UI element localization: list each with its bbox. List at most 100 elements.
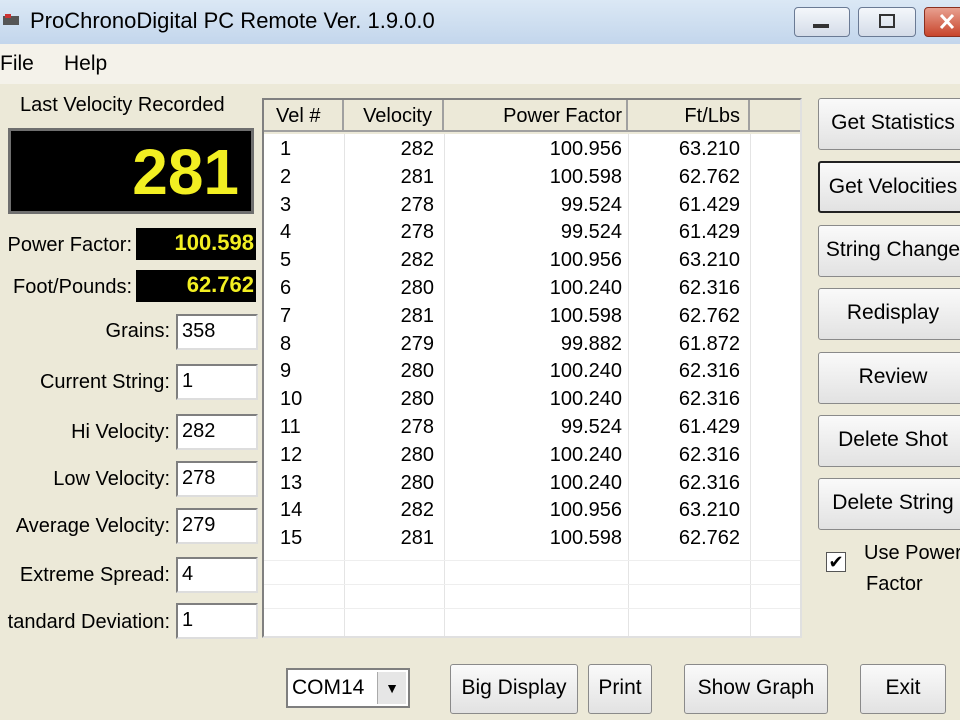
table-row[interactable]: 3 278 99.524 61.429 [264, 193, 800, 222]
table-row[interactable]: 9 280 100.240 62.316 [264, 360, 800, 388]
table-cell: 280 [400, 388, 434, 411]
table-row[interactable]: 14 282 100.956 63.210 [264, 499, 800, 527]
redisplay-button[interactable]: Redisplay [818, 288, 960, 340]
table-row[interactable]: 6 280 100.240 62.316 [264, 277, 800, 305]
table-cell: 10 [280, 388, 303, 411]
table-cell: 278 [400, 221, 434, 244]
table-cell: 11 [280, 416, 301, 438]
table-cell: 100.956 [549, 138, 622, 160]
get-statistics-button[interactable]: Get Statistics [818, 98, 960, 150]
string-change-button[interactable]: String Change [818, 225, 960, 277]
table-cell: 62.762 [678, 165, 740, 188]
table-row[interactable]: 2 281 100.598 62.762 [264, 165, 800, 194]
grid-line [264, 560, 800, 561]
grains-field[interactable]: 358 [176, 314, 258, 350]
window-title: ProChronoDigital PC Remote Ver. 1.9.0.0 [30, 8, 435, 33]
table-row[interactable]: 13 280 100.240 62.316 [264, 471, 800, 500]
column-header-vel[interactable]: Vel # [264, 100, 344, 132]
low-velocity-field[interactable]: 278 [176, 461, 258, 497]
table-row[interactable]: 5 282 100.956 63.210 [264, 249, 800, 277]
minimize-button[interactable] [794, 7, 850, 37]
check-icon: ✔ [828, 552, 844, 572]
table-cell: 280 [400, 443, 434, 466]
table-cell: 100.240 [549, 388, 622, 411]
table-cell: 280 [400, 277, 434, 299]
title-bar: ProChronoDigital PC Remote Ver. 1.9.0.0 [0, 0, 960, 44]
table-cell: 15 [280, 527, 303, 550]
grid-line [264, 584, 800, 585]
table-cell: 100.240 [549, 471, 622, 494]
chevron-down-icon[interactable]: ▼ [377, 672, 406, 704]
minimize-icon [813, 24, 829, 28]
print-button[interactable]: Print [588, 664, 652, 714]
get-velocities-button[interactable]: Get Velocities [818, 161, 960, 213]
table-cell: 278 [400, 416, 434, 438]
com-port-select[interactable]: COM14 ▼ [286, 668, 410, 708]
table-row[interactable]: 1 282 100.956 63.210 [264, 138, 800, 166]
table-cell: 99.524 [560, 193, 622, 216]
maximize-button[interactable] [858, 7, 916, 37]
table-cell: 14 [280, 499, 303, 522]
table-row[interactable]: 12 280 100.240 62.316 [264, 443, 800, 472]
big-display-button[interactable]: Big Display [450, 664, 578, 714]
table-cell: 282 [400, 499, 434, 522]
table-row[interactable]: 10 280 100.240 62.316 [264, 388, 800, 416]
column-header-filler [750, 100, 800, 132]
average-velocity-label: Average Velocity: [15, 515, 170, 537]
table-row[interactable]: 11 278 99.524 61.429 [264, 416, 800, 444]
column-header-velocity[interactable]: Velocity [344, 100, 444, 132]
table-row[interactable]: 7 281 100.598 62.762 [264, 304, 800, 333]
table-cell: 62.316 [678, 471, 740, 494]
exit-button[interactable]: Exit [860, 664, 946, 714]
table-row[interactable]: 15 281 100.598 62.762 [264, 527, 800, 555]
table-cell: 280 [400, 360, 434, 383]
show-graph-button[interactable]: Show Graph [684, 664, 828, 714]
table-cell: 8 [280, 332, 292, 355]
table-cell: 99.524 [560, 416, 622, 438]
table-cell: 100.598 [549, 304, 622, 327]
extreme-spread-label: Extreme Spread: [19, 564, 170, 586]
current-string-field[interactable]: 1 [176, 364, 258, 400]
table-cell: 9 [280, 360, 292, 383]
com-port-value: COM14 [292, 676, 365, 699]
hi-velocity-field[interactable]: 282 [176, 414, 258, 450]
table-cell: 62.762 [678, 527, 740, 550]
standard-deviation-field[interactable]: 1 [176, 603, 258, 639]
column-header-ftlbs[interactable]: Ft/Lbs [628, 100, 750, 132]
column-header-power-factor[interactable]: Power Factor [444, 100, 628, 132]
review-button[interactable]: Review [818, 352, 960, 404]
table-row[interactable]: 8 279 99.882 61.872 [264, 332, 800, 361]
menu-file[interactable]: File [0, 52, 34, 76]
table-cell: 282 [400, 138, 434, 160]
last-velocity-value: 281 [132, 136, 239, 208]
velocity-table[interactable]: Vel # Velocity Power Factor Ft/Lbs 1 282 1… [262, 98, 802, 638]
delete-string-button[interactable]: Delete String [818, 478, 960, 530]
table-row[interactable]: 4 278 99.524 61.429 [264, 221, 800, 249]
table-cell: 61.872 [678, 332, 740, 355]
foot-pounds-readout: 62.762 [136, 270, 256, 302]
table-cell: 99.524 [560, 221, 622, 244]
app-icon [3, 14, 19, 25]
table-cell: 100.956 [549, 249, 622, 272]
close-icon [939, 13, 955, 30]
table-cell: 61.429 [678, 221, 740, 244]
table-cell: 62.316 [678, 277, 740, 299]
table-cell: 63.210 [678, 249, 740, 272]
standard-deviation-label: tandard Deviation: [7, 611, 170, 633]
menu-help[interactable]: Help [64, 52, 107, 76]
close-button[interactable] [924, 7, 960, 37]
use-power-factor-checkbox[interactable]: ✔ [826, 552, 846, 572]
delete-shot-button[interactable]: Delete Shot [818, 415, 960, 467]
current-string-label: Current String: [39, 371, 170, 393]
last-velocity-display: 281 [8, 128, 254, 214]
table-cell: 100.598 [549, 527, 622, 550]
table-cell: 99.882 [560, 332, 622, 355]
average-velocity-field[interactable]: 279 [176, 508, 258, 544]
table-cell: 63.210 [678, 499, 740, 522]
table-cell: 62.316 [678, 388, 740, 411]
table-cell: 281 [400, 304, 434, 327]
table-cell: 13 [280, 471, 303, 494]
power-factor-label: Power Factor: [7, 234, 132, 256]
table-cell: 100.240 [549, 360, 622, 383]
extreme-spread-field[interactable]: 4 [176, 557, 258, 593]
